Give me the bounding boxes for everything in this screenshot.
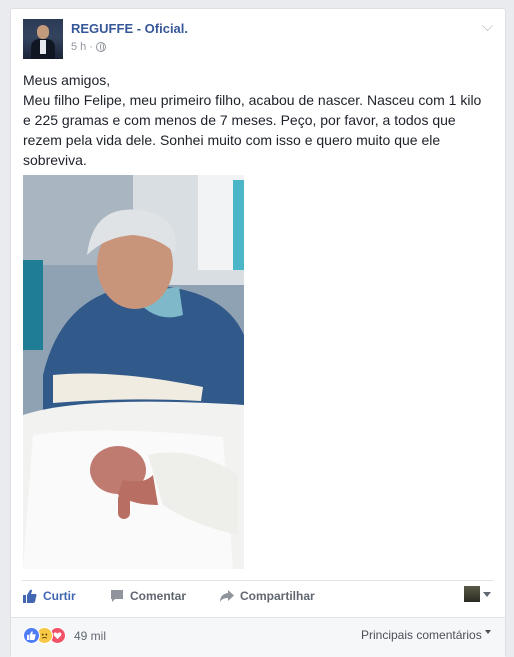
like-reaction-icon <box>23 627 40 644</box>
meta-separator: · <box>89 41 93 53</box>
caret-down-icon <box>483 591 491 597</box>
viewer-avatar <box>464 586 480 602</box>
caret-down-icon <box>484 630 491 634</box>
comment-sort-selector[interactable]: Principais comentários <box>361 628 491 642</box>
thumbs-up-icon <box>23 589 37 603</box>
globe-icon[interactable] <box>95 42 106 52</box>
actions-divider <box>22 580 494 581</box>
reaction-count: 49 mil <box>74 628 107 643</box>
avatar-shirt <box>40 40 46 54</box>
author-name[interactable]: REGUFFE - Oficial. <box>71 21 188 36</box>
author-avatar[interactable] <box>23 19 63 59</box>
post-timestamp[interactable]: 5 h <box>71 41 86 53</box>
viewer-selector[interactable] <box>464 586 491 602</box>
post-text-line: Meus amigos, <box>23 72 111 88</box>
post-photo[interactable] <box>23 175 244 569</box>
share-button[interactable]: Compartilhar <box>219 589 315 603</box>
sort-label: Principais comentários <box>361 628 482 642</box>
like-button[interactable]: Curtir <box>23 589 76 603</box>
avatar-head <box>37 25 49 39</box>
comment-label: Comentar <box>130 589 187 603</box>
comment-icon <box>111 590 123 602</box>
post-text: Meus amigos, Meu filho Felipe, meu prime… <box>23 70 483 170</box>
photo-illustration <box>23 175 244 569</box>
like-label: Curtir <box>43 589 76 603</box>
post-meta: 5 h · <box>71 41 106 53</box>
reaction-summary[interactable]: 49 mil <box>23 627 106 644</box>
share-icon <box>220 590 234 602</box>
comment-button[interactable]: Comentar <box>110 589 186 603</box>
post-text-line: Meu filho Felipe, meu primeiro filho, ac… <box>23 92 482 168</box>
share-label: Compartilhar <box>240 589 315 603</box>
